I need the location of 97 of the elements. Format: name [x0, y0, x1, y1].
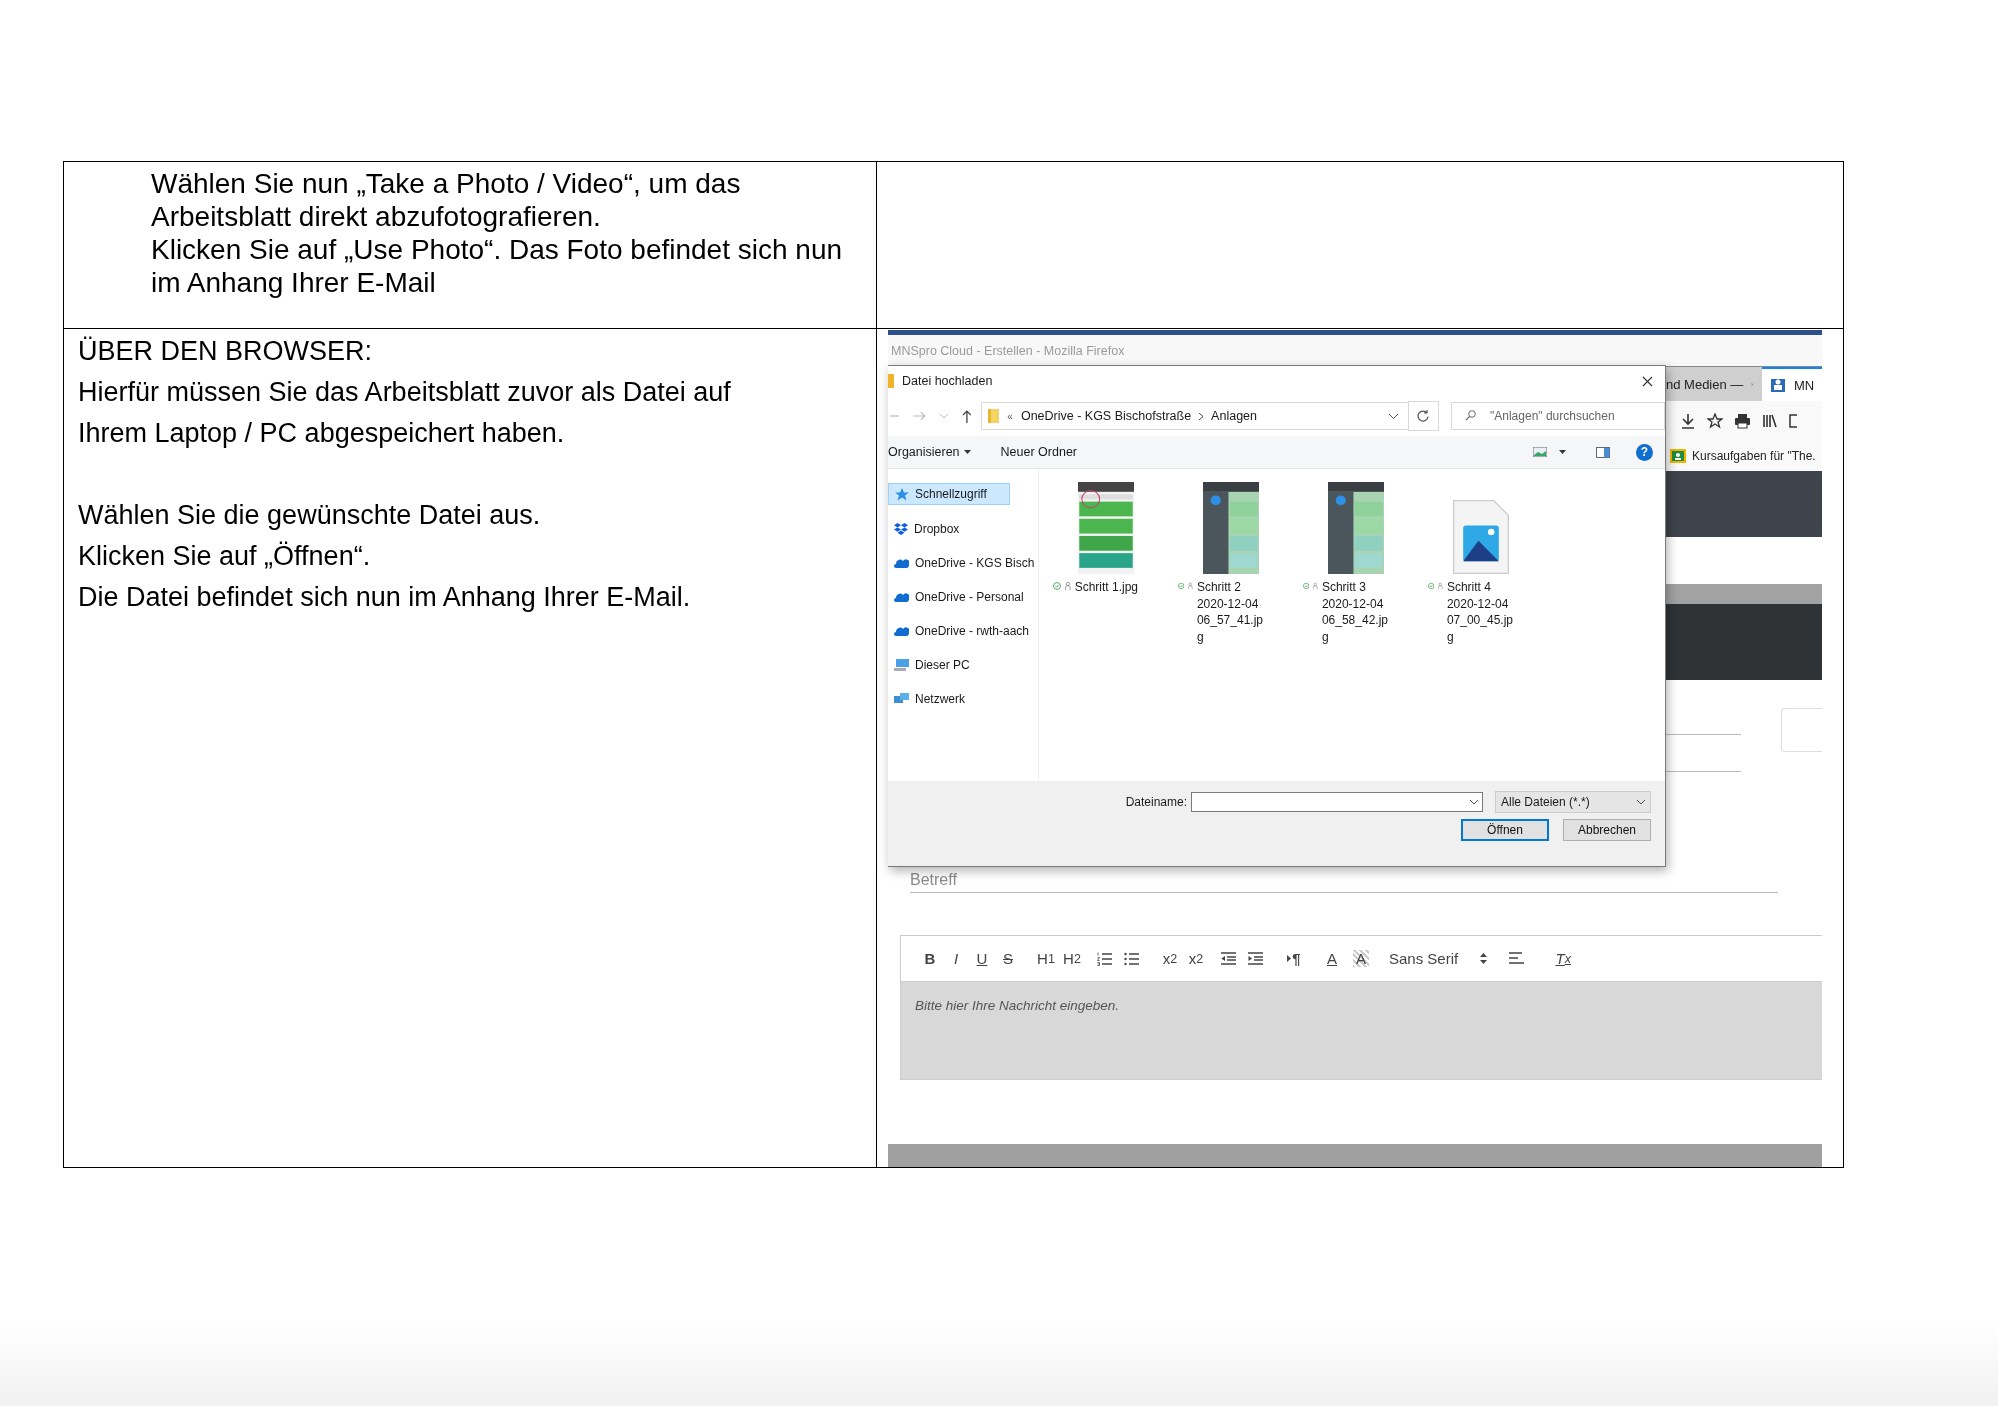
bullet-list-icon[interactable] — [1124, 951, 1139, 966]
message-placeholder: Bitte hier Ihre Nachricht eingeben. — [915, 998, 1120, 1013]
nav-item[interactable]: Netzwerk — [888, 689, 1038, 709]
cloud-icon — [894, 592, 909, 602]
chevron-down-icon — [1470, 799, 1478, 805]
person-icon — [1438, 581, 1443, 591]
classroom-icon — [1670, 449, 1686, 463]
person-icon — [1313, 581, 1318, 591]
outdent-icon[interactable] — [1221, 952, 1236, 965]
instruction-line: Klicken Sie auf „Öffnen“. — [78, 540, 372, 573]
address-bar[interactable]: « OneDrive - KGS Bischofstraße Anlagen — [981, 402, 1409, 430]
file-name: Schritt 2 2020-12-04 06_57_41.jp g — [1196, 579, 1263, 645]
help-button[interactable]: ? — [1636, 443, 1653, 461]
print-icon[interactable] — [1734, 413, 1751, 429]
view-icon[interactable] — [1533, 447, 1547, 457]
chevron-down-icon — [1637, 799, 1645, 805]
breadcrumb[interactable]: Anlagen — [1211, 409, 1257, 423]
open-button[interactable]: Öffnen — [1461, 819, 1549, 841]
triangle-icon — [1287, 955, 1292, 962]
instruction-line: Wählen Sie nun „Take a Photo / Video“, um das — [151, 167, 742, 200]
sync-check-icon — [1303, 581, 1310, 591]
card — [1781, 708, 1822, 752]
file-type-select[interactable]: Alle Dateien (*.*) — [1495, 791, 1651, 813]
underline-button[interactable]: U — [969, 950, 995, 967]
instruction-line: Wählen Sie die gewünschte Datei aus. — [78, 499, 542, 532]
bold-button[interactable]: B — [917, 950, 943, 967]
refresh-icon — [1417, 410, 1430, 422]
folder-icon — [988, 409, 1000, 423]
up-arrow-icon[interactable] — [961, 409, 972, 423]
instruction-line: Arbeitsblatt direkt abzufotografieren. — [151, 200, 602, 233]
align-icon[interactable] — [1509, 952, 1525, 965]
file-item[interactable]: Schritt 2 2020-12-04 06_57_41.jp g — [1178, 479, 1263, 781]
refresh-button[interactable] — [1407, 401, 1439, 431]
nav-item[interactable]: OneDrive - Personal — [888, 587, 1038, 607]
file-name: Schritt 4 2020-12-04 07_00_45.jp g — [1446, 579, 1513, 645]
cancel-button[interactable]: Abbrechen — [1563, 819, 1651, 841]
search-field[interactable]: "Anlagen" durchsuchen — [1451, 402, 1665, 430]
nav-item[interactable]: Dropbox — [888, 519, 1038, 539]
caret-icon[interactable] — [1559, 450, 1566, 454]
strikethrough-button[interactable]: S — [995, 950, 1021, 967]
close-icon[interactable] — [1642, 375, 1653, 387]
file-name: Schritt 3 2020-12-04 06_58_42.jp g — [1321, 579, 1388, 645]
message-field[interactable]: Bitte hier Ihre Nachricht eingeben. — [900, 981, 1822, 1080]
reader-icon[interactable] — [1789, 413, 1797, 429]
text-color-button[interactable]: A — [1319, 950, 1345, 967]
file-item[interactable]: Schritt 3 2020-12-04 06_58_42.jp g — [1303, 479, 1388, 781]
ordered-list-icon[interactable] — [1097, 951, 1112, 966]
browser-tab[interactable]: MN — [1762, 367, 1822, 401]
person-icon — [1065, 581, 1071, 591]
bookmark-star-icon[interactable] — [1707, 413, 1723, 429]
image-file-icon — [1452, 500, 1509, 574]
preview-pane-icon[interactable] — [1596, 446, 1610, 458]
person-icon — [1188, 581, 1193, 591]
cloud-icon — [894, 558, 909, 568]
star-icon — [895, 487, 909, 501]
window-title: MNSpro Cloud - Erstellen - Mozilla Firefox — [891, 343, 1125, 358]
instruction-line: Ihrem Laptop / PC abgespeichert haben. — [78, 417, 566, 450]
tab-icon — [1770, 377, 1786, 393]
download-icon[interactable] — [1680, 413, 1696, 429]
file-item[interactable]: Schritt 4 2020-12-04 07_00_45.jp g — [1428, 479, 1513, 781]
sync-check-icon — [1178, 581, 1185, 591]
chevron-right-icon — [1199, 412, 1204, 420]
chevron-down-icon[interactable] — [1388, 413, 1398, 419]
filename-label: Dateiname: — [1125, 795, 1187, 809]
folder-icon — [888, 374, 894, 388]
nav-item[interactable]: OneDrive - rwth-aach — [888, 621, 1038, 641]
new-folder-button[interactable]: Neuer Ordner — [1000, 445, 1077, 459]
caret-icon — [963, 450, 971, 454]
text-direction-button[interactable]: ¶ — [1281, 950, 1307, 967]
indent-icon[interactable] — [1248, 952, 1263, 965]
font-select[interactable]: Sans Serif — [1389, 950, 1488, 967]
nav-item[interactable]: Dieser PC — [888, 655, 1038, 675]
file-name: Schritt 1.jpg — [1074, 579, 1138, 596]
cloud-icon — [894, 626, 909, 636]
library-icon[interactable] — [1762, 413, 1778, 429]
nav-item[interactable]: OneDrive - KGS Bisch — [888, 553, 1038, 573]
sort-caret-icon — [1480, 953, 1488, 964]
section-heading: ÜBER DEN BROWSER: — [78, 335, 374, 368]
subject-field[interactable]: Betreff — [910, 871, 1778, 893]
browser-tab[interactable]: nd Medien — — [1666, 367, 1762, 401]
italic-button[interactable]: I — [943, 950, 969, 967]
computer-icon — [894, 659, 909, 671]
filename-field[interactable] — [1191, 792, 1483, 812]
network-icon — [894, 693, 909, 705]
nav-item[interactable]: Schnellzugriff — [888, 483, 1010, 505]
dropbox-icon — [894, 522, 908, 536]
instruction-line: Hierfür müssen Sie das Arbeitsblatt zuvor als Datei auf — [78, 376, 732, 409]
background-color-button[interactable]: A — [1353, 950, 1369, 967]
organize-menu[interactable]: Organisieren — [888, 445, 971, 459]
breadcrumb[interactable]: OneDrive - KGS Bischofstraße — [1020, 409, 1192, 423]
instruction-line: Die Datei befindet sich nun im Anhang Ihrer E-Mail. — [78, 581, 692, 614]
instruction-line: Klicken Sie auf „Use Photo“. Das Foto befindet sich nun — [151, 233, 844, 266]
sync-check-icon — [1053, 581, 1061, 591]
instruction-line: im Anhang Ihrer E-Mail — [151, 266, 437, 299]
dialog-title: Datei hochladen — [902, 374, 993, 388]
file-item[interactable]: Schritt 1.jpg — [1053, 479, 1138, 781]
sync-check-icon — [1428, 581, 1435, 591]
